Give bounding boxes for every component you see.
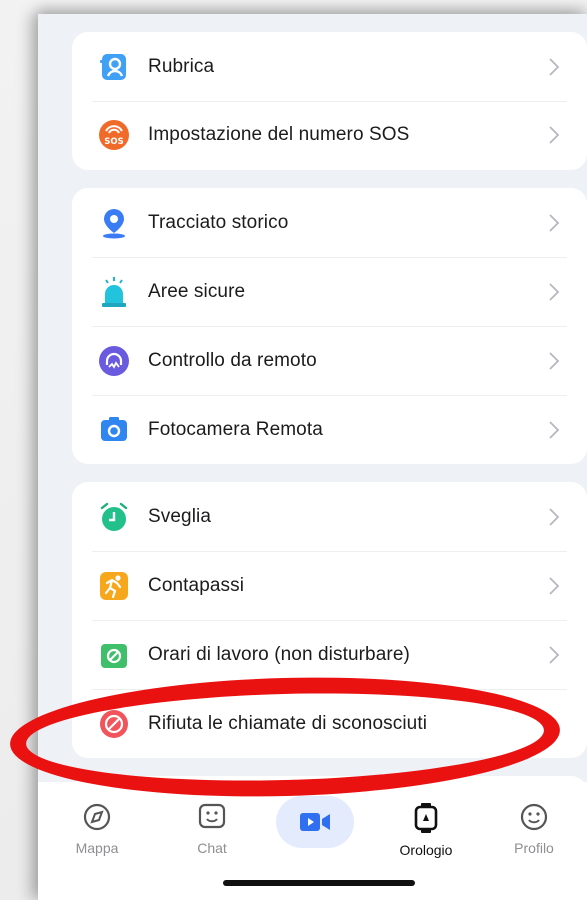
sos-icon: SOS	[98, 119, 130, 151]
menu-item-alarm[interactable]: Sveglia	[72, 482, 587, 552]
settings-group-watch: Sveglia Contapassi Orari di lavoro (non …	[72, 482, 587, 758]
menu-item-label: Tracciato storico	[148, 212, 289, 233]
chevron-right-icon	[549, 352, 560, 370]
tab-label: Mappa	[75, 840, 119, 856]
alarm-clock-icon	[98, 501, 130, 533]
settings-group-contacts: Rubrica SOS Impostazione del numero SOS	[72, 32, 587, 170]
menu-item-track-history[interactable]: Tracciato storico	[72, 188, 587, 258]
chevron-right-icon	[549, 421, 560, 439]
menu-item-pedometer[interactable]: Contapassi	[72, 551, 587, 621]
tab-profilo[interactable]: Profilo	[494, 802, 574, 856]
menu-item-label: Rubrica	[148, 56, 215, 77]
menu-item-do-not-disturb[interactable]: Orari di lavoro (non disturbare)	[72, 620, 587, 690]
tab-mappa[interactable]: Mappa	[57, 802, 137, 856]
tab-label: Profilo	[514, 840, 554, 856]
menu-item-label: Rifiuta le chiamate di sconosciuti	[148, 713, 428, 734]
bottom-tab-bar: Mappa Chat Orologio Profilo	[38, 782, 587, 900]
menu-item-label: Fotocamera Remota	[148, 419, 323, 440]
menu-item-block-unknown-calls[interactable]: Rifiuta le chiamate di sconosciuti	[72, 689, 587, 759]
app-screen: Rubrica SOS Impostazione del numero SOS	[38, 14, 587, 900]
tab-label: Chat	[197, 840, 227, 856]
chevron-right-icon	[549, 58, 560, 76]
menu-item-label: Aree sicure	[148, 281, 246, 302]
tab-label: Orologio	[399, 842, 453, 858]
chevron-right-icon	[549, 508, 560, 526]
block-call-icon	[98, 708, 130, 740]
settings-group-tracking: Tracciato storico Aree sicure Controllo …	[72, 188, 587, 464]
menu-item-label: Controllo da remoto	[148, 350, 317, 371]
location-pin-icon	[98, 207, 130, 239]
chevron-right-icon	[549, 214, 560, 232]
chat-icon	[198, 803, 226, 829]
menu-item-sos-number[interactable]: SOS Impostazione del numero SOS	[72, 100, 587, 170]
watch-icon	[414, 803, 438, 833]
chevron-right-icon	[549, 126, 560, 144]
chevron-right-icon	[549, 283, 560, 301]
tab-orologio[interactable]: Orologio	[386, 802, 466, 858]
video-call-icon	[300, 813, 330, 831]
compass-icon	[83, 803, 111, 831]
menu-item-remote-control[interactable]: Controllo da remoto	[72, 326, 587, 396]
smile-icon	[520, 803, 548, 831]
menu-item-rubrica[interactable]: Rubrica	[72, 32, 587, 102]
chevron-right-icon	[549, 577, 560, 595]
safe-zone-icon	[98, 276, 130, 308]
remote-control-icon	[98, 345, 130, 377]
video-call-button-bg	[276, 796, 354, 848]
menu-item-safe-zones[interactable]: Aree sicure	[72, 257, 587, 327]
menu-item-label: Impostazione del numero SOS	[148, 124, 410, 145]
do-not-disturb-icon	[98, 639, 130, 671]
camera-icon	[98, 414, 130, 446]
menu-item-label: Orari di lavoro (non disturbare)	[148, 644, 410, 665]
menu-item-label: Sveglia	[148, 506, 212, 527]
pedometer-icon	[98, 570, 130, 602]
svg-text:SOS: SOS	[104, 137, 123, 147]
tab-video-call[interactable]	[275, 796, 355, 848]
contacts-icon	[98, 51, 130, 83]
menu-item-label: Contapassi	[148, 575, 245, 596]
menu-item-remote-camera[interactable]: Fotocamera Remota	[72, 395, 587, 465]
chevron-right-icon	[549, 646, 560, 664]
tab-chat[interactable]: Chat	[172, 802, 252, 856]
home-indicator	[223, 880, 415, 886]
